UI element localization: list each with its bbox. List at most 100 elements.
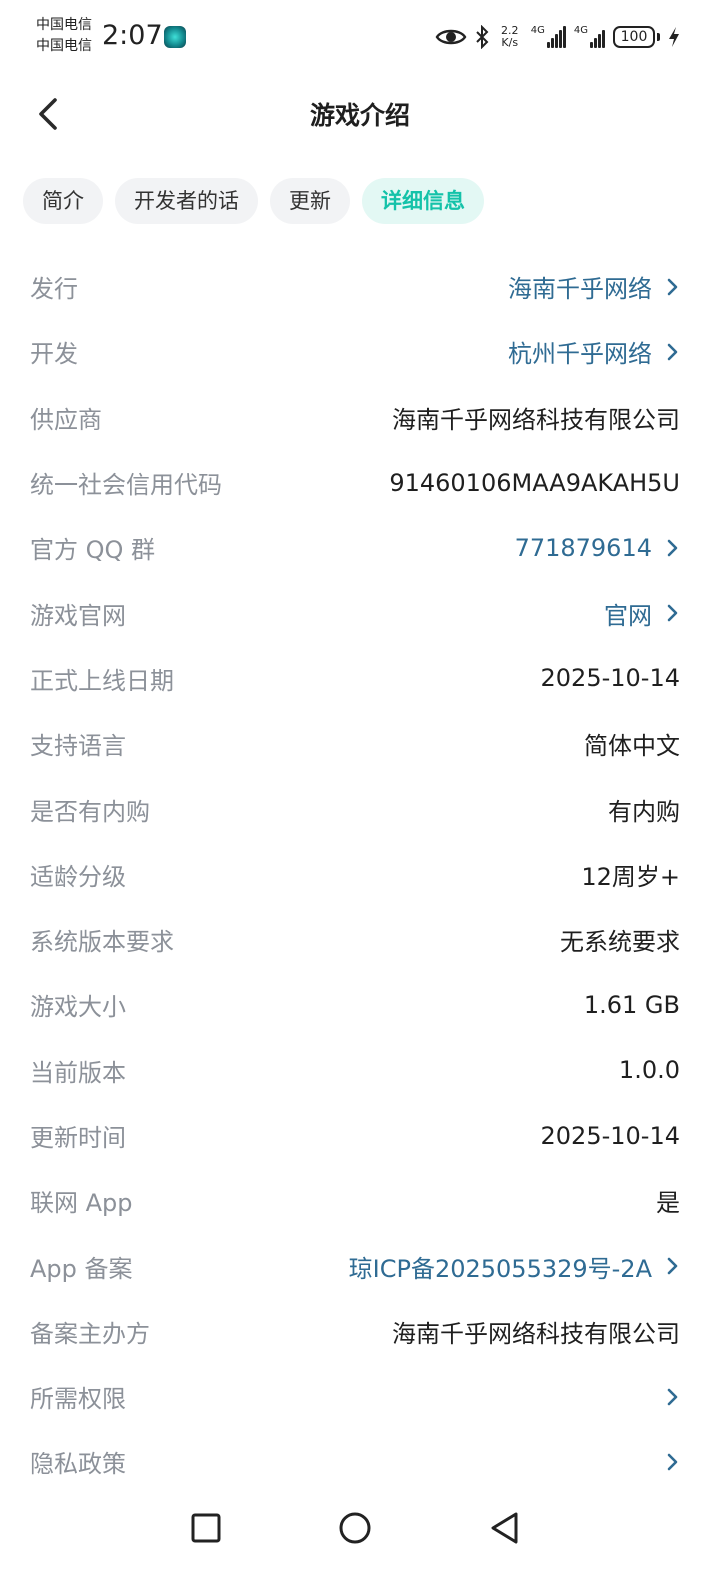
info-value-text: 官网 (604, 601, 652, 630)
info-row-online-app: 联网 App 是 (30, 1168, 680, 1233)
info-row-publisher[interactable]: 发行 海南千乎网络 (30, 254, 680, 319)
carrier-2: 中国电信 (36, 38, 92, 54)
info-value: 2025-10-14 (540, 1121, 680, 1150)
info-label: 发行 (30, 275, 78, 304)
bluetooth-icon (475, 25, 489, 49)
info-row-permissions[interactable]: 所需权限 (30, 1364, 680, 1429)
info-label: 开发 (30, 340, 78, 369)
status-bar: 中国电信 中国电信 2:07 2.2 K/s 4G 4G 100 (0, 0, 720, 72)
chevron-right-icon (666, 1388, 680, 1406)
info-label: 支持语言 (30, 732, 126, 761)
signal-icon: 4G (531, 26, 566, 48)
status-time: 2:07 (102, 20, 163, 51)
info-value: 是 (656, 1189, 680, 1218)
system-nav-bar (0, 1496, 720, 1564)
info-value: 简体中文 (584, 732, 680, 761)
info-row-language: 支持语言 简体中文 (30, 711, 680, 776)
info-row-app-filing[interactable]: App 备案 琼ICP备2025055329号-2A (30, 1233, 680, 1298)
nav-back-button[interactable] (482, 1508, 526, 1552)
carrier-1: 中国电信 (36, 17, 92, 33)
battery-level: 100 (613, 26, 655, 48)
info-label: 备案主办方 (30, 1319, 150, 1348)
info-label: 是否有内购 (30, 797, 150, 826)
chevron-right-icon (666, 1257, 680, 1275)
info-value: 1.61 GB (583, 990, 680, 1019)
app-notification-icon (164, 26, 186, 48)
info-value-text: 海南千乎网络 (508, 275, 652, 304)
info-row-website[interactable]: 游戏官网 官网 (30, 580, 680, 645)
info-value[interactable] (652, 1453, 680, 1471)
info-row-privacy-policy[interactable]: 隐私政策 (30, 1429, 680, 1494)
chevron-right-icon (666, 1453, 680, 1471)
status-indicators: 2.2 K/s 4G 4G 100 (435, 20, 680, 54)
chevron-right-icon (666, 604, 680, 622)
tab-developer-notes[interactable]: 开发者的话 (115, 178, 258, 224)
info-label: 系统版本要求 (30, 928, 174, 957)
info-row-credit-code: 统一社会信用代码 91460106MAA9AKAH5U (30, 450, 680, 515)
info-label: 适龄分级 (30, 862, 126, 891)
info-row-age-rating: 适龄分级 12周岁+ (30, 842, 680, 907)
info-label: 所需权限 (30, 1385, 126, 1414)
circle-icon (338, 1511, 372, 1549)
chevron-right-icon (666, 343, 680, 361)
tab-updates[interactable]: 更新 (270, 178, 350, 224)
info-row-supplier: 供应商 海南千乎网络科技有限公司 (30, 385, 680, 450)
info-value: 1.0.0 (618, 1056, 680, 1085)
info-value[interactable] (652, 1388, 680, 1406)
info-row-in-app-purchase: 是否有内购 有内购 (30, 776, 680, 841)
battery-icon: 100 (613, 26, 660, 48)
info-value[interactable]: 官网 (604, 596, 680, 631)
info-label: App 备案 (30, 1254, 133, 1283)
tab-details[interactable]: 详细信息 (362, 178, 484, 224)
info-value-text: 琼ICP备2025055329号-2A (348, 1254, 652, 1283)
info-label: 供应商 (30, 405, 102, 434)
info-value[interactable]: 琼ICP备2025055329号-2A (349, 1249, 680, 1284)
header: 游戏介绍 (0, 80, 720, 152)
info-label: 当前版本 (30, 1058, 126, 1087)
recent-apps-button[interactable] (184, 1508, 228, 1552)
info-label: 游戏大小 (30, 993, 126, 1022)
info-value: 无系统要求 (560, 928, 680, 957)
info-row-game-size: 游戏大小 1.61 GB (30, 972, 680, 1037)
info-row-current-version: 当前版本 1.0.0 (30, 1038, 680, 1103)
info-label: 更新时间 (30, 1124, 126, 1152)
eye-icon (435, 26, 467, 48)
signal-1-label: 4G (530, 25, 545, 36)
tab-intro[interactable]: 简介 (23, 178, 103, 224)
home-button[interactable] (333, 1508, 377, 1552)
info-label: 隐私政策 (30, 1450, 126, 1479)
square-icon (190, 1512, 222, 1548)
info-label: 游戏官网 (30, 601, 126, 630)
info-value: 有内购 (608, 797, 680, 826)
chevron-right-icon (666, 278, 680, 296)
info-row-developer[interactable]: 开发 杭州千乎网络 (30, 319, 680, 384)
info-value-text: 771879614 (514, 533, 652, 562)
info-label: 正式上线日期 (30, 666, 174, 695)
info-value[interactable]: 海南千乎网络 (508, 269, 680, 304)
info-label: 联网 App (30, 1189, 133, 1218)
info-label: 统一社会信用代码 (30, 471, 222, 500)
info-value: 12周岁+ (581, 862, 680, 891)
info-value: 海南千乎网络科技有限公司 (392, 1319, 680, 1348)
info-row-launch-date: 正式上线日期 2025-10-14 (30, 646, 680, 711)
info-row-qq-group[interactable]: 官方 QQ 群 771879614 (30, 515, 680, 580)
info-value: 2025-10-14 (540, 664, 680, 693)
network-speed: 2.2 K/s (497, 25, 523, 49)
details-list: 发行 海南千乎网络 开发 杭州千乎网络 供应商 海南千乎网络科技有限公司 统一社… (30, 254, 680, 1495)
tab-bar: 简介 开发者的话 更新 详细信息 (23, 178, 484, 224)
info-value[interactable]: 杭州千乎网络 (508, 334, 680, 369)
page-title: 游戏介绍 (309, 101, 410, 130)
charging-icon (668, 26, 680, 48)
info-row-system-requirement: 系统版本要求 无系统要求 (30, 907, 680, 972)
chevron-right-icon (666, 539, 680, 557)
info-value-text: 杭州千乎网络 (508, 340, 652, 369)
info-row-update-time: 更新时间 2025-10-14 (30, 1103, 680, 1168)
network-speed-unit: K/s (501, 36, 519, 49)
signal-icon: 4G (574, 26, 605, 48)
carrier-info: 中国电信 中国电信 (36, 15, 92, 57)
info-value: 海南千乎网络科技有限公司 (392, 405, 680, 434)
info-value: 91460106MAA9AKAH5U (389, 468, 680, 497)
info-value[interactable]: 771879614 (515, 534, 680, 562)
triangle-back-icon (488, 1511, 520, 1549)
info-row-filing-organizer: 备案主办方 海南千乎网络科技有限公司 (30, 1299, 680, 1364)
